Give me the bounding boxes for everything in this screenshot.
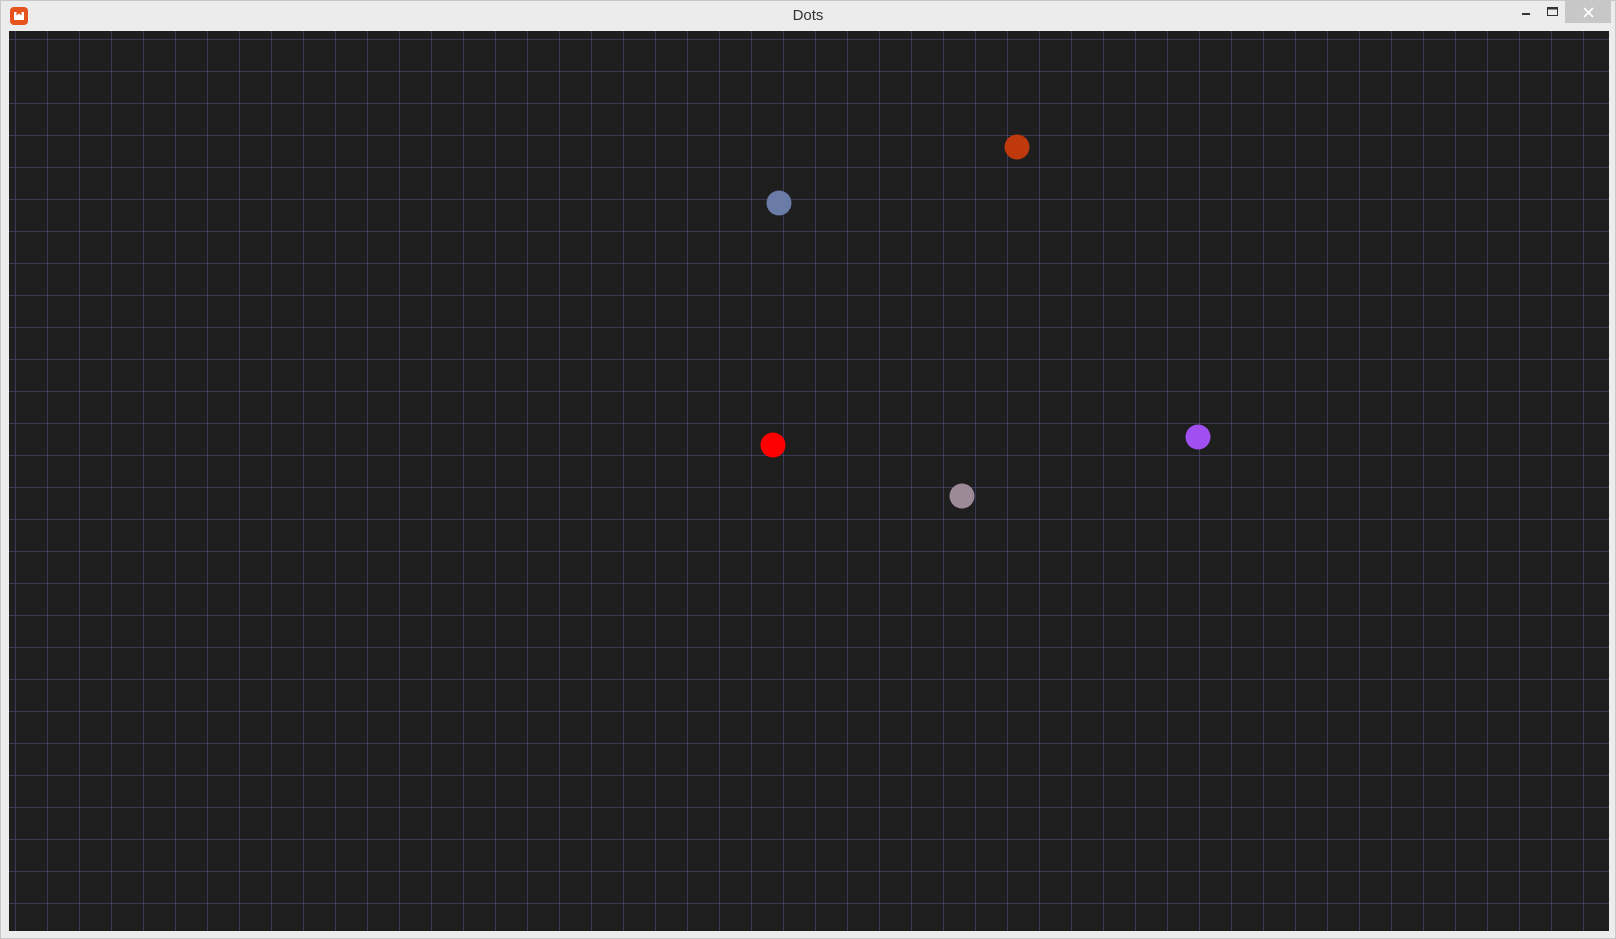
close-button[interactable] — [1565, 1, 1611, 23]
minimize-button[interactable] — [1513, 1, 1539, 23]
maximize-icon — [1546, 7, 1558, 16]
game-window: Dots — [0, 0, 1616, 939]
maximize-button[interactable] — [1539, 1, 1565, 23]
dot — [949, 483, 975, 509]
dot — [1185, 424, 1211, 450]
game-viewport[interactable] — [9, 31, 1609, 932]
window-bottom-border — [1, 931, 1615, 938]
close-icon — [1582, 6, 1594, 18]
minimize-icon — [1522, 13, 1530, 15]
dot — [1004, 134, 1030, 160]
dot — [760, 432, 786, 458]
window-title: Dots — [792, 7, 824, 24]
dot — [766, 190, 792, 216]
title-bar[interactable]: Dots — [1, 1, 1615, 31]
